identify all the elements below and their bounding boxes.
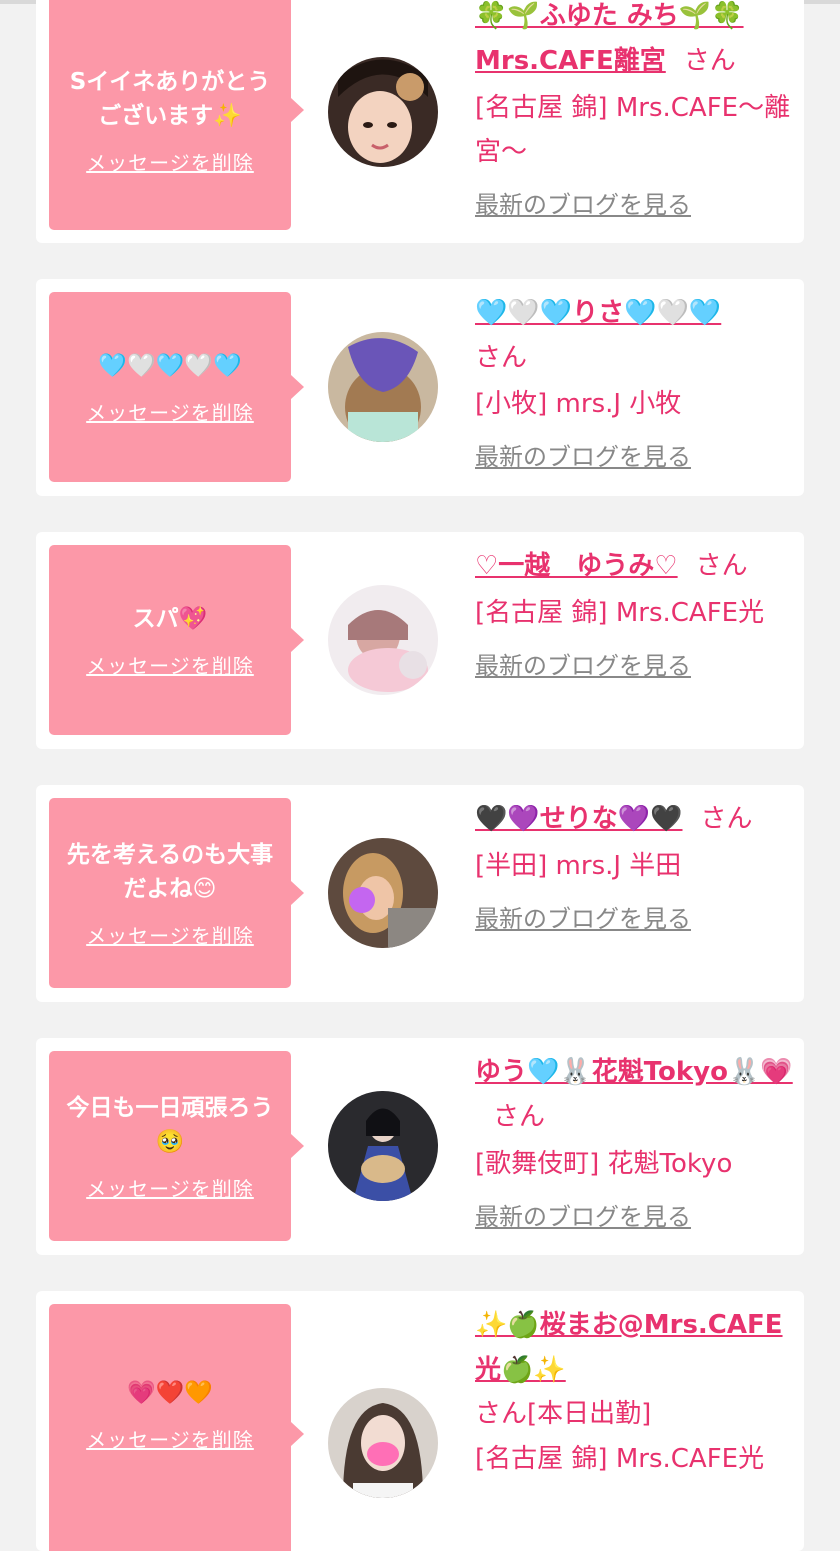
avatar[interactable] [328, 1091, 438, 1201]
message-bubble: 先を考えるのも大事だよね😊 メッセージを削除 [49, 798, 304, 988]
shop-name: [小牧] mrs.J 小牧 [475, 389, 682, 419]
girl-name-link[interactable]: ✨🍏桜まお@Mrs.CAFE光🍏✨ [475, 1303, 793, 1393]
like-card: 🩵🤍🩵🤍🩵 メッセージを削除 🩵🤍🩵りさ🩵🤍🩵 さん [小牧] mrs.J 小牧… [36, 279, 804, 496]
like-card: スパ💖 メッセージを削除 ♡一越 ゆうみ♡ さん [名古屋 錦] Mrs.CAFE… [36, 532, 804, 749]
girl-info: ゆう🩵🐰花魁Tokyo🐰💗 さん [歌舞伎町] 花魁Tokyo 最新のブログを見る [475, 1050, 793, 1234]
message-text: 🩵🤍🩵🤍🩵 [98, 352, 242, 379]
honorific: さん [475, 343, 528, 373]
girl-info: 🍀🌱ふゆた みち🌱🍀Mrs.CAFE離宮 さん [名古屋 錦] Mrs.CAFE〜… [475, 0, 793, 222]
girl-name-link[interactable]: 🩵🤍🩵りさ🩵🤍🩵 [475, 291, 793, 336]
girl-info: 🩵🤍🩵りさ🩵🤍🩵 さん [小牧] mrs.J 小牧 最新のブログを見る [475, 291, 793, 474]
avatar[interactable] [328, 585, 438, 695]
delete-message-link[interactable]: メッセージを削除 [86, 920, 254, 949]
delete-message-link[interactable]: メッセージを削除 [86, 650, 254, 679]
like-card: 先を考えるのも大事だよね😊 メッセージを削除 🖤💜せりな💜🖤 さん [半田] mr… [36, 785, 804, 1002]
delete-message-link[interactable]: メッセージを削除 [86, 1424, 254, 1453]
girl-name-link[interactable]: ゆう🩵🐰花魁Tokyo🐰💗 [475, 1057, 793, 1087]
avatar[interactable] [328, 332, 438, 442]
girl-name-link[interactable]: ♡一越 ゆうみ♡ [475, 551, 678, 581]
avatar[interactable] [328, 1388, 438, 1498]
delete-message-link[interactable]: メッセージを削除 [86, 1173, 254, 1202]
latest-blog-link[interactable]: 最新のブログを見る [475, 188, 793, 222]
honorific: さん [475, 1399, 528, 1429]
honorific: さん [700, 804, 753, 834]
message-text: 先を考えるのも大事だよね😊 [66, 841, 274, 902]
message-text: Sイイネありがとうございます✨ [69, 68, 271, 129]
latest-blog-link[interactable]: 最新のブログを見る [475, 440, 793, 474]
like-card: 💗❤️🧡 メッセージを削除 ✨🍏桜まお@Mrs.CAFE光🍏✨ さん[本日出勤]… [36, 1291, 804, 1551]
shop-name: [半田] mrs.J 半田 [475, 851, 682, 881]
girl-info: 🖤💜せりな💜🖤 さん [半田] mrs.J 半田 最新のブログを見る [475, 797, 793, 936]
honorific: さん [695, 551, 748, 581]
latest-blog-link[interactable]: 最新のブログを見る [475, 902, 793, 936]
latest-blog-link[interactable]: 最新のブログを見る [475, 649, 793, 683]
girl-name-link[interactable]: 🖤💜せりな💜🖤 [475, 804, 683, 834]
message-bubble: 🩵🤍🩵🤍🩵 メッセージを削除 [49, 292, 304, 482]
message-bubble: スパ💖 メッセージを削除 [49, 545, 304, 735]
shop-name: [名古屋 錦] Mrs.CAFE光 [475, 598, 765, 628]
delete-message-link[interactable]: メッセージを削除 [86, 147, 254, 176]
message-text: 今日も一日頑張ろう🥹 [66, 1094, 274, 1155]
honorific: さん [493, 1102, 546, 1132]
avatar[interactable] [328, 57, 438, 167]
message-text: 💗❤️🧡 [127, 1379, 213, 1406]
working-today-label: [本日出勤] [527, 1399, 652, 1429]
latest-blog-link[interactable]: 最新のブログを見る [475, 1200, 793, 1234]
shop-name: [名古屋 錦] Mrs.CAFE光 [475, 1444, 765, 1474]
honorific: さん [683, 46, 736, 76]
message-bubble: 今日も一日頑張ろう🥹 メッセージを削除 [49, 1051, 304, 1241]
message-text: スパ💖 [132, 605, 208, 632]
like-card: Sイイネありがとうございます✨ メッセージを削除 🍀🌱ふゆた みち🌱🍀Mrs.C… [36, 0, 804, 243]
girl-info: ✨🍏桜まお@Mrs.CAFE光🍏✨ さん[本日出勤] [名古屋 錦] Mrs.C… [475, 1303, 793, 1481]
avatar[interactable] [328, 838, 438, 948]
message-bubble: Sイイネありがとうございます✨ メッセージを削除 [49, 0, 304, 230]
shop-name: [歌舞伎町] 花魁Tokyo [475, 1149, 733, 1179]
delete-message-link[interactable]: メッセージを削除 [86, 397, 254, 426]
girl-info: ♡一越 ゆうみ♡ さん [名古屋 錦] Mrs.CAFE光 最新のブログを見る [475, 544, 793, 683]
shop-name: [名古屋 錦] Mrs.CAFE〜離宮〜 [475, 93, 791, 167]
message-bubble: 💗❤️🧡 メッセージを削除 [49, 1304, 304, 1551]
like-card: 今日も一日頑張ろう🥹 メッセージを削除 ゆう🩵🐰花魁Tokyo🐰💗 さん [歌舞伎… [36, 1038, 804, 1255]
